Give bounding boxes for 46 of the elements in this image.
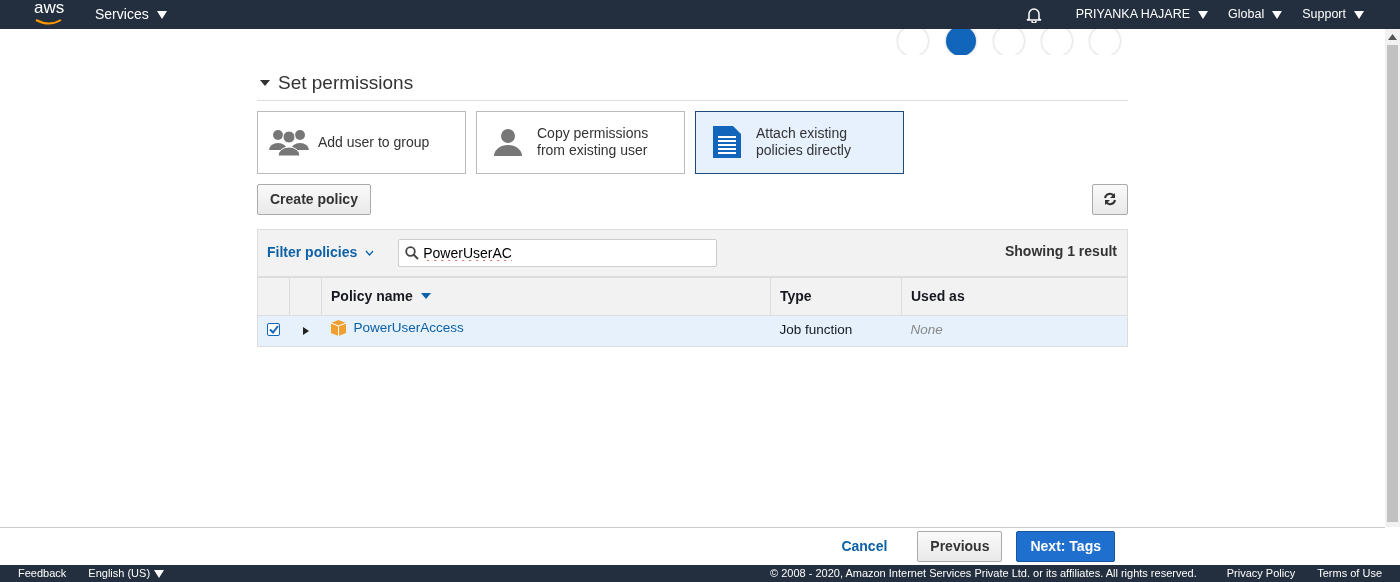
section-title: Set permissions [278, 71, 414, 95]
services-menu[interactable]: Services [95, 4, 167, 25]
scroll-up-icon[interactable] [1388, 34, 1397, 40]
caret-icon [1272, 10, 1283, 19]
create-policy-button[interactable]: Create policy [257, 183, 371, 215]
previous-button[interactable]: Previous [917, 531, 1003, 562]
search-icon [405, 245, 420, 260]
expand-icon[interactable] [301, 326, 310, 335]
user-group-icon [269, 128, 309, 156]
refresh-button[interactable] [1092, 183, 1128, 215]
account-menu[interactable]: PRIYANKA HAJARE [1075, 5, 1209, 24]
table-cell: Job function [779, 322, 853, 338]
permission-option[interactable]: Attach existing policies directly [695, 110, 904, 174]
column-header[interactable]: Type [780, 285, 812, 307]
document-icon [713, 126, 741, 158]
bell-icon[interactable] [1025, 6, 1042, 23]
cancel-button[interactable]: Cancel [831, 532, 898, 561]
footer-link[interactable]: Privacy Policy [1226, 565, 1296, 582]
footer-link[interactable]: Terms of Use [1317, 565, 1382, 582]
feedback-link[interactable]: Feedback [18, 565, 67, 582]
next-button[interactable]: Next: Tags [1016, 531, 1115, 562]
checkbox[interactable] [267, 323, 280, 337]
refresh-icon [1103, 192, 1117, 206]
permission-option[interactable]: Copy permissions from existing user [476, 110, 685, 174]
column-header[interactable]: Policy name [331, 285, 431, 307]
aws-logo[interactable]: aws [34, 0, 64, 29]
user-icon [493, 128, 523, 156]
column-header[interactable]: Used as [911, 285, 965, 307]
support-menu[interactable]: Support [1302, 5, 1364, 24]
copyright-text: © 2008 - 2020, Amazon Internet Services Private Ltd. or its affiliates. All rights reserved. [770, 566, 1197, 582]
filter-policies-dropdown[interactable]: Filter policies [267, 242, 375, 263]
table-cell: None [910, 322, 943, 338]
policy-link[interactable]: PowerUserAccess [353, 318, 464, 339]
caret-icon [156, 10, 167, 19]
result-count: Showing 1 result [1005, 241, 1117, 261]
caret-icon [1354, 10, 1364, 19]
caret-icon [154, 569, 165, 578]
scrollbar[interactable] [1385, 29, 1400, 527]
search-field[interactable]: PowerUserAC [398, 238, 718, 267]
step-indicator[interactable] [946, 29, 976, 55]
language-menu[interactable]: English (US) [88, 565, 165, 582]
cube-icon [330, 320, 346, 337]
caret-icon [1198, 10, 1209, 19]
chevron-down-icon [365, 249, 375, 256]
region-menu[interactable]: Global [1228, 5, 1283, 24]
permission-option[interactable]: Add user to group [257, 110, 466, 174]
